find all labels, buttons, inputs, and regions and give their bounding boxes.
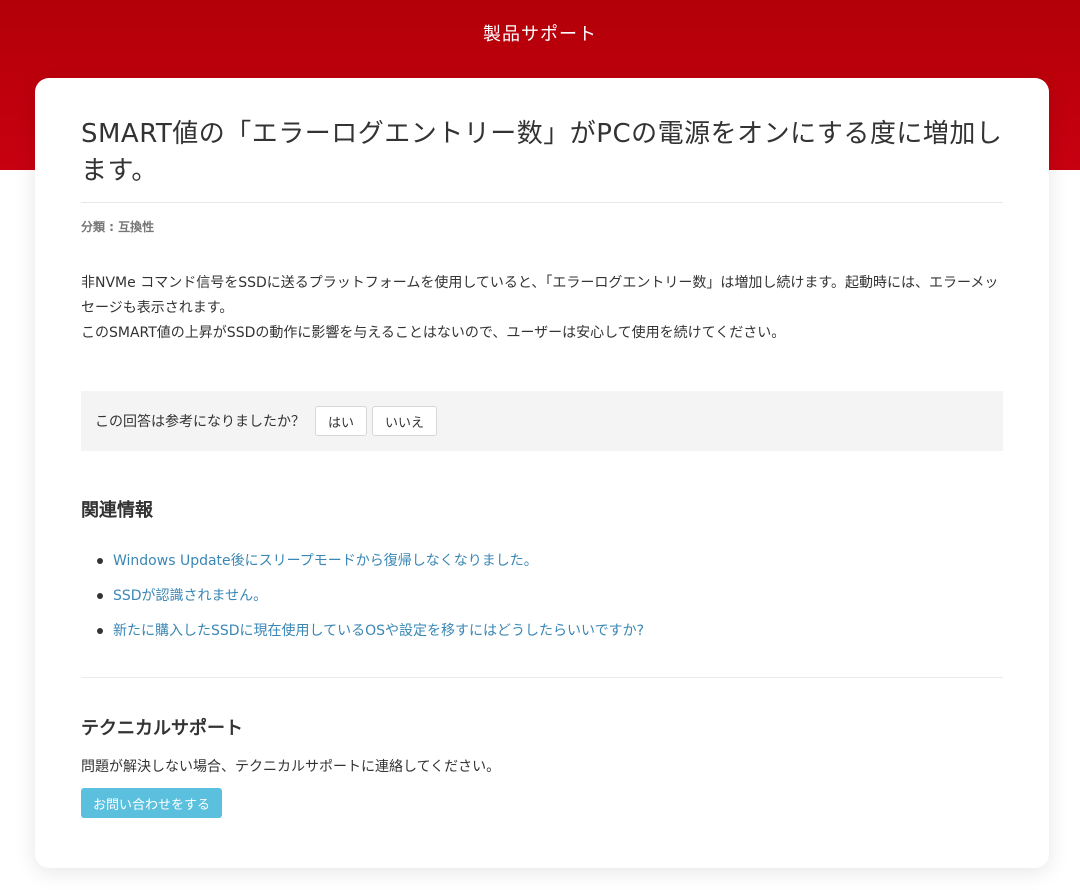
article-paragraph: このSMART値の上昇がSSDの動作に影響を与えることはないので、ユーザーは安心… — [81, 325, 786, 341]
article-paragraph: 非NVMe コマンド信号をSSDに送るプラットフォームを使用していると、「エラー… — [81, 275, 999, 316]
feedback-box: この回答は参考になりましたか？ はい いいえ — [81, 391, 1003, 451]
feedback-yes-button[interactable]: はい — [315, 406, 368, 436]
article-title: SMART値の「エラーログエントリー数」がPCの電源をオンにする度に増加します。 — [81, 119, 1003, 186]
related-link[interactable]: 新たに購入したSSDに現在使用しているOSや設定を移すにはどうしたらいいですか? — [113, 623, 644, 639]
site-title: 製品サポート — [483, 24, 597, 45]
list-item: SSDが認識されません。 — [81, 585, 981, 620]
category-label: 分類 : 互換性 — [81, 220, 155, 234]
article-body: 非NVMe コマンド信号をSSDに送るプラットフォームを使用していると、「エラー… — [81, 271, 1011, 346]
related-heading: 関連情報 — [81, 500, 153, 521]
support-heading: テクニカルサポート — [81, 718, 243, 739]
related-link[interactable]: SSDが認識されません。 — [113, 588, 267, 604]
list-item: 新たに購入したSSDに現在使用しているOSや設定を移すにはどうしたらいいですか? — [81, 620, 981, 655]
support-text: 問題が解決しない場合、テクニカルサポートに連絡してください。 — [81, 759, 501, 775]
feedback-question: この回答は参考になりましたか？ — [95, 414, 305, 430]
article-card: SMART値の「エラーログエントリー数」がPCの電源をオンにする度に増加します。… — [35, 78, 1049, 868]
divider — [81, 677, 1003, 678]
related-link[interactable]: Windows Update後にスリープモードから復帰しなくなりました。 — [113, 553, 538, 569]
feedback-no-button[interactable]: いいえ — [372, 406, 438, 436]
bullet-icon — [97, 558, 103, 564]
contact-button[interactable]: お問い合わせをする — [81, 788, 223, 818]
list-item: Windows Update後にスリープモードから復帰しなくなりました。 — [81, 550, 981, 585]
related-list: Windows Update後にスリープモードから復帰しなくなりました。 SSD… — [81, 550, 981, 655]
divider — [81, 202, 1003, 203]
bullet-icon — [97, 628, 103, 634]
bullet-icon — [97, 593, 103, 599]
